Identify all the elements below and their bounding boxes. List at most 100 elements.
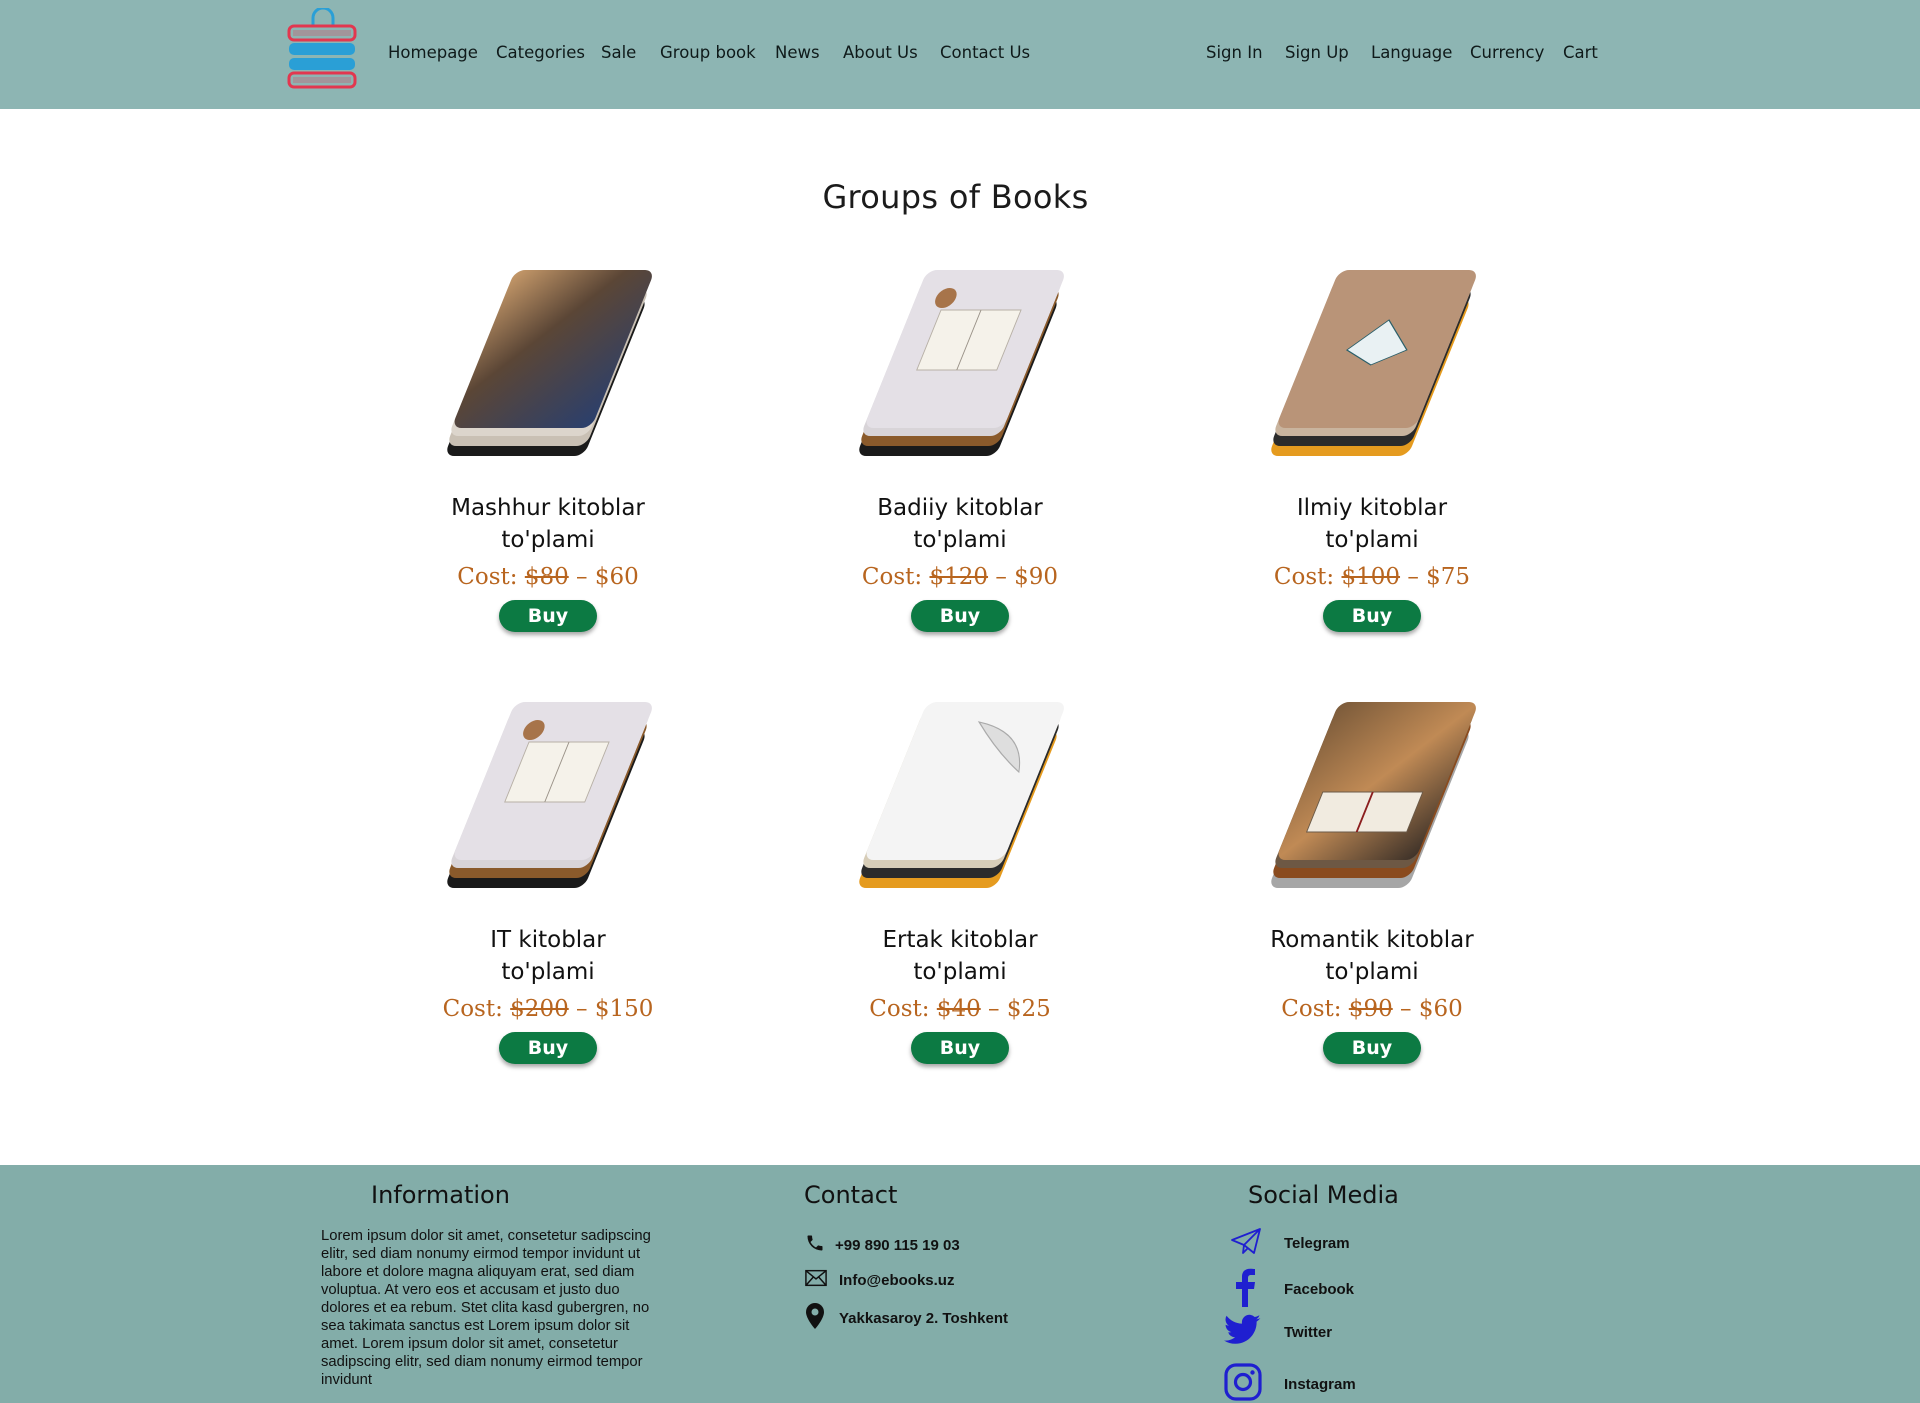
- new-price: $60: [1418, 996, 1463, 1022]
- contact-address[interactable]: Yakkasaroy 2. Toshkent: [805, 1303, 1008, 1333]
- nav-news[interactable]: News: [775, 43, 820, 62]
- information-text: Lorem ipsum dolor sit amet, consetetur s…: [321, 1228, 651, 1388]
- old-price: $200: [510, 996, 569, 1022]
- card-title: Badiiy kitoblar to'plami: [800, 492, 1120, 556]
- old-price: $40: [936, 996, 981, 1022]
- address-text: Yakkasaroy 2. Toshkent: [839, 1309, 1008, 1327]
- price: Cost: $40 – $25: [869, 996, 1051, 1022]
- nav-group-book[interactable]: Group book: [660, 43, 756, 62]
- card-title-line2: to'plami: [501, 527, 595, 553]
- card-title-line1: Romantik kitoblar: [1270, 927, 1474, 953]
- contact-heading: Contact: [804, 1181, 898, 1209]
- old-price: $100: [1341, 564, 1401, 590]
- new-price: $60: [594, 564, 639, 590]
- price: Cost: $100 – $75: [1273, 564, 1471, 590]
- cost-label: Cost:: [869, 996, 930, 1022]
- nav-cart[interactable]: Cart: [1563, 43, 1598, 62]
- main-nav: Homepage Categories Sale Group book News…: [0, 43, 1920, 67]
- book-cover-image[interactable]: [1262, 694, 1482, 894]
- book-group-card: Ertak kitoblar to'plami Cost: $40 – $25 …: [800, 694, 1120, 1064]
- card-title-line2: to'plami: [913, 959, 1007, 985]
- card-title: Ertak kitoblar to'plami: [800, 924, 1120, 988]
- card-title-line1: IT kitoblar: [490, 927, 606, 953]
- book-group-card: Mashhur kitoblar to'plami Cost: $80 – $6…: [388, 262, 708, 632]
- site-header: Homepage Categories Sale Group book News…: [0, 0, 1920, 109]
- social-heading: Social Media: [1248, 1181, 1399, 1209]
- cost-label: Cost:: [1281, 996, 1342, 1022]
- price: Cost: $80 – $60: [457, 564, 639, 590]
- buy-button[interactable]: Buy: [499, 1032, 597, 1064]
- new-price: $75: [1426, 564, 1471, 590]
- nav-homepage[interactable]: Homepage: [388, 43, 478, 62]
- cost-label: Cost:: [457, 564, 518, 590]
- old-price: $80: [524, 564, 569, 590]
- price: Cost: $120 – $90: [861, 564, 1059, 590]
- site-footer: Information Lorem ipsum dolor sit amet, …: [0, 1165, 1920, 1403]
- nav-categories[interactable]: Categories: [496, 43, 585, 62]
- book-cover-image[interactable]: [850, 694, 1070, 894]
- buy-button[interactable]: Buy: [911, 1032, 1009, 1064]
- cost-label: Cost:: [861, 564, 923, 590]
- instagram-icon: [1224, 1363, 1284, 1403]
- facebook-icon: [1230, 1267, 1284, 1311]
- nav-contact-us[interactable]: Contact Us: [940, 43, 1030, 62]
- card-title-line2: to'plami: [913, 527, 1007, 553]
- book-cover-image[interactable]: [438, 694, 658, 894]
- location-pin-icon: [805, 1303, 839, 1333]
- buy-button[interactable]: Buy: [1323, 1032, 1421, 1064]
- information-heading: Information: [371, 1181, 510, 1209]
- card-title: Mashhur kitoblar to'plami: [388, 492, 708, 556]
- contact-email[interactable]: Info@ebooks.uz: [805, 1269, 954, 1291]
- social-facebook[interactable]: Facebook: [1230, 1267, 1354, 1311]
- social-twitter[interactable]: Twitter: [1224, 1313, 1332, 1351]
- nav-sign-up[interactable]: Sign Up: [1285, 43, 1349, 62]
- twitter-label: Twitter: [1284, 1323, 1333, 1341]
- book-group-card: Badiiy kitoblar to'plami Cost: $120 – $9…: [800, 262, 1120, 632]
- buy-button[interactable]: Buy: [1323, 600, 1421, 632]
- price: Cost: $90 – $60: [1281, 996, 1463, 1022]
- buy-button[interactable]: Buy: [911, 600, 1009, 632]
- old-price: $120: [929, 564, 989, 590]
- card-title-line1: Mashhur kitoblar: [451, 495, 645, 521]
- card-title-line2: to'plami: [1325, 959, 1419, 985]
- new-price: $90: [1014, 564, 1059, 590]
- nav-sign-in[interactable]: Sign In: [1206, 43, 1263, 62]
- old-price: $90: [1348, 996, 1393, 1022]
- email-address: Info@ebooks.uz: [839, 1271, 955, 1289]
- new-price: $150: [594, 996, 654, 1022]
- card-title-line1: Ertak kitoblar: [882, 927, 1038, 953]
- nav-sale[interactable]: Sale: [601, 43, 636, 62]
- page-title: Groups of Books: [822, 178, 1089, 216]
- contact-phone[interactable]: +99 890 115 19 03: [805, 1233, 960, 1257]
- nav-about-us[interactable]: About Us: [843, 43, 918, 62]
- book-group-card: IT kitoblar to'plami Cost: $200 – $150 B…: [388, 694, 708, 1064]
- price: Cost: $200 – $150: [442, 996, 654, 1022]
- book-group-card: Romantik kitoblar to'plami Cost: $90 – $…: [1212, 694, 1532, 1064]
- card-title-line1: Ilmiy kitoblar: [1296, 495, 1448, 521]
- twitter-icon: [1224, 1313, 1284, 1351]
- new-price: $25: [1006, 996, 1051, 1022]
- card-title: Romantik kitoblar to'plami: [1212, 924, 1532, 988]
- instagram-label: Instagram: [1284, 1375, 1356, 1393]
- card-title-line2: to'plami: [501, 959, 595, 985]
- book-cover-image[interactable]: [1262, 262, 1482, 462]
- card-title: IT kitoblar to'plami: [388, 924, 708, 988]
- mail-icon: [805, 1269, 839, 1291]
- book-group-card: Ilmiy kitoblar to'plami Cost: $100 – $75…: [1212, 262, 1532, 632]
- cost-label: Cost:: [1273, 564, 1335, 590]
- telegram-label: Telegram: [1284, 1234, 1350, 1252]
- phone-icon: [805, 1233, 835, 1257]
- buy-button[interactable]: Buy: [499, 600, 597, 632]
- social-instagram[interactable]: Instagram: [1224, 1363, 1356, 1403]
- phone-number: +99 890 115 19 03: [835, 1236, 960, 1254]
- book-cover-image[interactable]: [850, 262, 1070, 462]
- card-title: Ilmiy kitoblar to'plami: [1212, 492, 1532, 556]
- cost-label: Cost:: [442, 996, 503, 1022]
- card-title-line1: Badiiy kitoblar: [877, 495, 1043, 521]
- book-cover-image[interactable]: [438, 262, 658, 462]
- nav-language[interactable]: Language: [1371, 43, 1452, 62]
- telegram-icon: [1230, 1227, 1284, 1259]
- social-telegram[interactable]: Telegram: [1230, 1227, 1350, 1259]
- facebook-label: Facebook: [1284, 1280, 1355, 1298]
- nav-currency[interactable]: Currency: [1470, 43, 1544, 62]
